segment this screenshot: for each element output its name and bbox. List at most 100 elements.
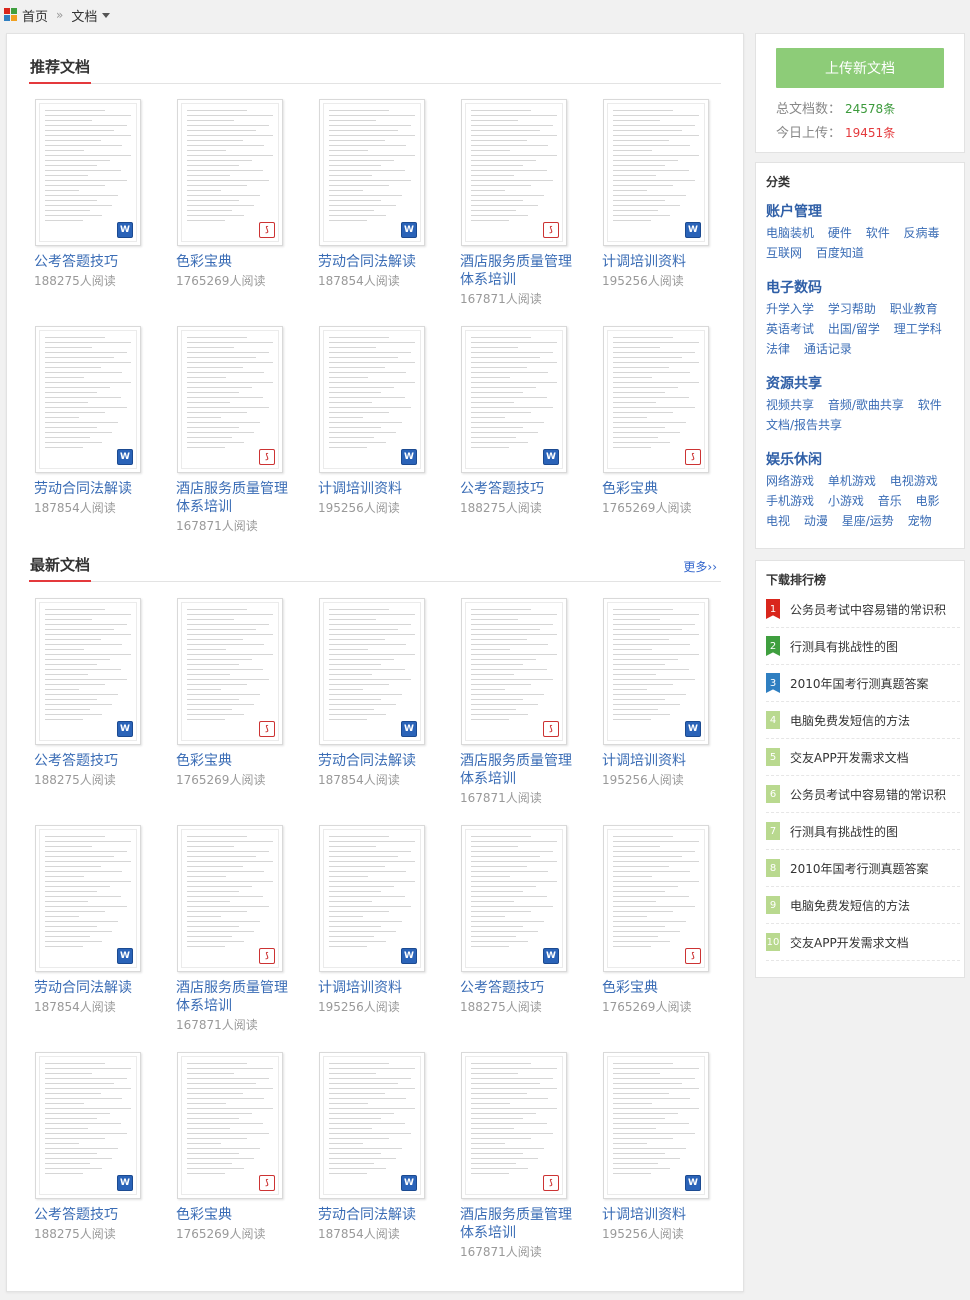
document-title-link[interactable]: 劳动合同法解读 <box>318 1206 443 1224</box>
document-thumbnail[interactable]: W <box>319 326 425 473</box>
ranking-item[interactable]: 4 电脑免费发短信的方法 <box>766 702 960 739</box>
document-thumbnail[interactable]: W <box>319 99 425 246</box>
category-link[interactable]: 文档/报告共享 <box>766 418 842 432</box>
ranking-title-link[interactable]: 行测具有挑战性的图 <box>790 638 898 655</box>
document-thumbnail[interactable]: W <box>461 825 567 972</box>
ranking-title-link[interactable]: 电脑免费发短信的方法 <box>790 897 910 914</box>
document-title-link[interactable]: 色彩宝典 <box>176 253 301 271</box>
ranking-title-link[interactable]: 公务员考试中容易错的常识积 <box>790 786 946 803</box>
document-thumbnail[interactable]: ⟆ <box>177 825 283 972</box>
document-title-link[interactable]: 公考答题技巧 <box>34 752 159 770</box>
breadcrumb-current[interactable]: 文档 <box>71 6 97 25</box>
document-thumbnail[interactable]: W <box>603 1052 709 1199</box>
category-link[interactable]: 电视 <box>766 514 790 528</box>
ranking-item[interactable]: 1 公务员考试中容易错的常识积 <box>766 591 960 628</box>
ranking-title-link[interactable]: 电脑免费发短信的方法 <box>790 712 910 729</box>
breadcrumb-home-link[interactable]: 首页 <box>22 6 48 25</box>
category-link[interactable]: 软件 <box>866 226 890 240</box>
document-title-link[interactable]: 酒店服务质量管理体系培训 <box>460 752 585 788</box>
document-title-link[interactable]: 计调培训资料 <box>602 752 727 770</box>
category-link[interactable]: 电影 <box>916 494 940 508</box>
category-link[interactable]: 网络游戏 <box>766 474 814 488</box>
ranking-item[interactable]: 6 公务员考试中容易错的常识积 <box>766 776 960 813</box>
document-thumbnail[interactable]: W <box>603 598 709 745</box>
category-link[interactable]: 电脑装机 <box>766 226 814 240</box>
document-thumbnail[interactable]: ⟆ <box>177 598 283 745</box>
category-link[interactable]: 升学入学 <box>766 302 814 316</box>
document-title-link[interactable]: 色彩宝典 <box>602 480 727 498</box>
document-thumbnail[interactable]: W <box>35 1052 141 1199</box>
document-thumbnail[interactable]: W <box>35 598 141 745</box>
ranking-item[interactable]: 10 交友APP开发需求文档 <box>766 924 960 961</box>
document-thumbnail[interactable]: ⟆ <box>603 326 709 473</box>
category-link[interactable]: 小游戏 <box>828 494 864 508</box>
document-title-link[interactable]: 公考答题技巧 <box>460 979 585 997</box>
category-link[interactable]: 手机游戏 <box>766 494 814 508</box>
document-title-link[interactable]: 计调培训资料 <box>602 253 727 271</box>
document-title-link[interactable]: 色彩宝典 <box>176 1206 301 1224</box>
category-heading[interactable]: 电子数码 <box>766 277 956 299</box>
document-title-link[interactable]: 酒店服务质量管理体系培训 <box>176 979 301 1015</box>
document-title-link[interactable]: 劳动合同法解读 <box>34 480 159 498</box>
category-link[interactable]: 星座/运势 <box>842 514 894 528</box>
document-thumbnail[interactable]: W <box>603 99 709 246</box>
ranking-title-link[interactable]: 2010年国考行测真题答案 <box>790 675 929 692</box>
category-link[interactable]: 互联网 <box>766 246 802 260</box>
category-link[interactable]: 出国/留学 <box>828 322 880 336</box>
document-thumbnail[interactable]: ⟆ <box>603 825 709 972</box>
ranking-item[interactable]: 2 行测具有挑战性的图 <box>766 628 960 665</box>
document-thumbnail[interactable]: ⟆ <box>177 99 283 246</box>
category-link[interactable]: 音频/歌曲共享 <box>828 398 904 412</box>
document-thumbnail[interactable]: W <box>35 99 141 246</box>
category-link[interactable]: 英语考试 <box>766 322 814 336</box>
document-title-link[interactable]: 酒店服务质量管理体系培训 <box>176 480 301 516</box>
document-title-link[interactable]: 公考答题技巧 <box>34 1206 159 1224</box>
category-link[interactable]: 法律 <box>766 342 790 356</box>
ranking-title-link[interactable]: 行测具有挑战性的图 <box>790 823 898 840</box>
category-heading[interactable]: 资源共享 <box>766 373 956 395</box>
category-link[interactable]: 音乐 <box>878 494 902 508</box>
ranking-item[interactable]: 8 2010年国考行测真题答案 <box>766 850 960 887</box>
category-link[interactable]: 学习帮助 <box>828 302 876 316</box>
category-link[interactable]: 硬件 <box>828 226 852 240</box>
category-link[interactable]: 职业教育 <box>890 302 938 316</box>
ranking-title-link[interactable]: 2010年国考行测真题答案 <box>790 860 929 877</box>
document-thumbnail[interactable]: ⟆ <box>461 1052 567 1199</box>
category-link[interactable]: 动漫 <box>804 514 828 528</box>
more-link[interactable]: 更多›› <box>683 558 717 575</box>
ranking-item[interactable]: 7 行测具有挑战性的图 <box>766 813 960 850</box>
chevron-down-icon[interactable] <box>102 12 111 18</box>
ranking-item[interactable]: 9 电脑免费发短信的方法 <box>766 887 960 924</box>
document-title-link[interactable]: 劳动合同法解读 <box>318 253 443 271</box>
category-link[interactable]: 通话记录 <box>804 342 852 356</box>
document-thumbnail[interactable]: W <box>461 326 567 473</box>
upload-button[interactable]: 上传新文档 <box>776 48 944 88</box>
document-thumbnail[interactable]: ⟆ <box>461 598 567 745</box>
document-title-link[interactable]: 劳动合同法解读 <box>318 752 443 770</box>
document-title-link[interactable]: 计调培训资料 <box>318 979 443 997</box>
document-title-link[interactable]: 计调培训资料 <box>318 480 443 498</box>
document-title-link[interactable]: 公考答题技巧 <box>34 253 159 271</box>
document-thumbnail[interactable]: W <box>35 825 141 972</box>
category-link[interactable]: 电视游戏 <box>890 474 938 488</box>
document-title-link[interactable]: 色彩宝典 <box>176 752 301 770</box>
document-title-link[interactable]: 酒店服务质量管理体系培训 <box>460 253 585 289</box>
category-link[interactable]: 百度知道 <box>816 246 864 260</box>
ranking-title-link[interactable]: 公务员考试中容易错的常识积 <box>790 601 946 618</box>
document-thumbnail[interactable]: ⟆ <box>177 1052 283 1199</box>
category-heading[interactable]: 账户管理 <box>766 201 956 223</box>
category-heading[interactable]: 娱乐休闲 <box>766 449 956 471</box>
document-title-link[interactable]: 色彩宝典 <box>602 979 727 997</box>
ranking-item[interactable]: 5 交友APP开发需求文档 <box>766 739 960 776</box>
document-title-link[interactable]: 计调培训资料 <box>602 1206 727 1224</box>
category-link[interactable]: 反病毒 <box>904 226 940 240</box>
document-thumbnail[interactable]: W <box>35 326 141 473</box>
document-thumbnail[interactable]: W <box>319 598 425 745</box>
category-link[interactable]: 理工学科 <box>894 322 942 336</box>
document-title-link[interactable]: 公考答题技巧 <box>460 480 585 498</box>
document-title-link[interactable]: 劳动合同法解读 <box>34 979 159 997</box>
ranking-title-link[interactable]: 交友APP开发需求文档 <box>790 749 909 766</box>
ranking-title-link[interactable]: 交友APP开发需求文档 <box>790 934 909 951</box>
document-thumbnail[interactable]: W <box>319 825 425 972</box>
category-link[interactable]: 单机游戏 <box>828 474 876 488</box>
